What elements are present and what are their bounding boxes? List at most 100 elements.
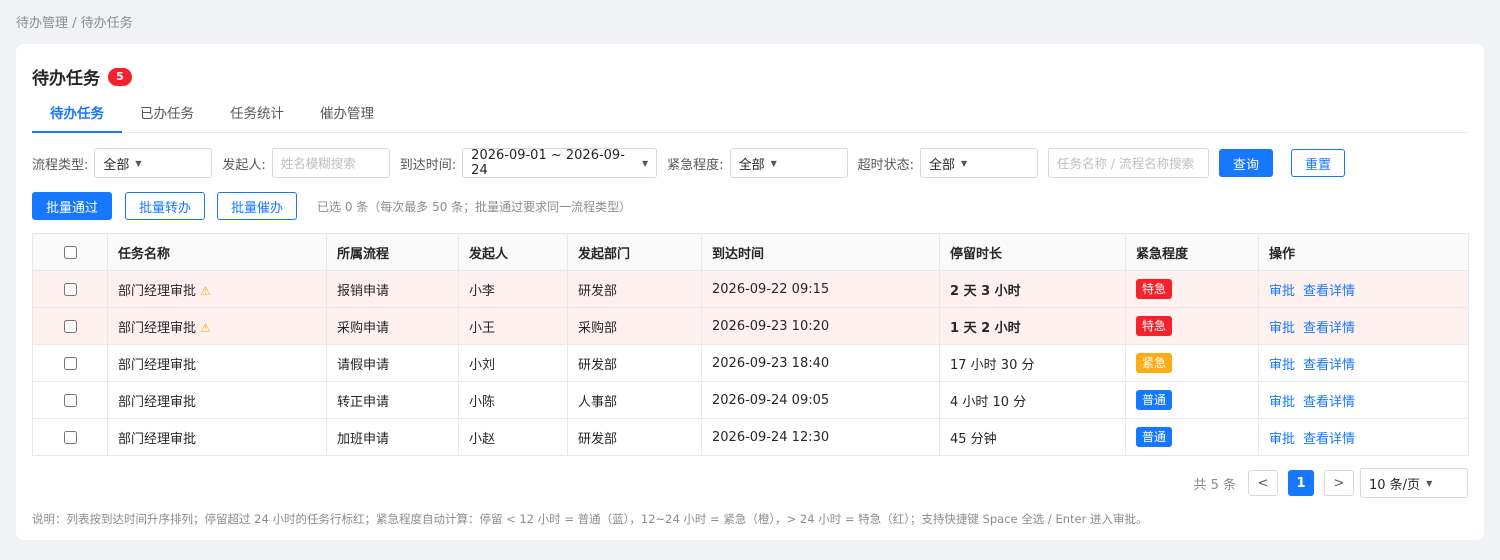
- row-checkbox[interactable]: [63, 430, 77, 444]
- header-process: 所属流程: [326, 233, 459, 271]
- task-name-cell: 部门经理审批: [107, 381, 327, 419]
- row-checkbox[interactable]: [63, 356, 77, 370]
- actions-cell: 审批 查看详情: [1258, 418, 1469, 456]
- initiator-cell: 小王: [458, 307, 568, 345]
- prev-page-button[interactable]: <: [1248, 470, 1278, 496]
- selection-hint: 已选 0 条（每次最多 50 条；批量通过要求同一流程类型）: [317, 199, 632, 214]
- main-card: 待办任务 5 待办任务 已办任务 任务统计 催办管理 流程类型: 全部 ▼ 发起人…: [16, 44, 1484, 540]
- process-type-label: 流程类型:: [32, 157, 89, 173]
- task-name-cell: 部门经理审批 ⚠: [107, 270, 327, 308]
- urgency-tag: 普通: [1136, 427, 1173, 447]
- urgency-cell: 紧急: [1125, 344, 1259, 382]
- urgency-tag: 特急: [1136, 279, 1173, 299]
- task-name: 部门经理审批: [118, 283, 197, 299]
- stay-duration-cell: 17 小时 30 分: [939, 344, 1126, 382]
- row-checkbox-cell: [32, 344, 108, 382]
- row-checkbox-cell: [32, 307, 108, 345]
- keyword-search-input[interactable]: [1047, 148, 1209, 178]
- stay-duration-cell: 2 天 3 小时: [939, 270, 1126, 308]
- urgency-value: 全部: [738, 157, 765, 173]
- tab-reminders[interactable]: 催办管理: [302, 100, 392, 133]
- initiator-cell: 小赵: [458, 418, 568, 456]
- overtime-select[interactable]: 全部 ▼: [919, 148, 1038, 178]
- task-name: 部门经理审批: [118, 320, 197, 336]
- row-checkbox-cell: [32, 270, 108, 308]
- approve-link[interactable]: 审批: [1269, 321, 1295, 336]
- total-count: 共 5 条: [1193, 477, 1236, 493]
- warning-icon: ⚠: [200, 320, 211, 335]
- department-cell: 采购部: [567, 307, 702, 345]
- arrival-time-label: 到达时间:: [399, 157, 457, 173]
- caret-down-icon: ▼: [135, 158, 142, 168]
- tab-statistics[interactable]: 任务统计: [212, 100, 302, 133]
- stay-duration-cell: 45 分钟: [939, 418, 1126, 456]
- process-cell: 请假申请: [326, 344, 459, 382]
- page-1-button[interactable]: 1: [1288, 470, 1314, 496]
- batch-transfer-button[interactable]: 批量转办: [125, 192, 205, 220]
- query-button[interactable]: 查询: [1218, 149, 1273, 177]
- caret-down-icon: ▼: [1426, 478, 1433, 488]
- page-size-select[interactable]: 10 条/页 ▼: [1360, 468, 1468, 498]
- header-initiator: 发起人: [458, 233, 568, 271]
- task-name-cell: 部门经理审批 ⚠: [107, 307, 327, 345]
- tab-pending[interactable]: 待办任务: [32, 100, 122, 133]
- arrival-time-picker[interactable]: 2026-09-01 ~ 2026-09-24 ▼: [462, 148, 658, 178]
- urgency-select[interactable]: 全部 ▼: [729, 148, 848, 178]
- view-detail-link[interactable]: 查看详情: [1303, 358, 1355, 373]
- view-detail-link[interactable]: 查看详情: [1303, 395, 1355, 410]
- count-badge: 5: [108, 67, 132, 86]
- view-detail-link[interactable]: 查看详情: [1303, 321, 1355, 336]
- batch-actions: 批量通过 批量转办 批量催办 已选 0 条（每次最多 50 条；批量通过要求同一…: [32, 192, 631, 220]
- view-detail-link[interactable]: 查看详情: [1303, 432, 1355, 447]
- actions-cell: 审批 查看详情: [1258, 270, 1469, 308]
- page-title: 待办任务: [32, 69, 100, 89]
- row-checkbox[interactable]: [63, 319, 77, 333]
- page-size-value: 10 条/页: [1369, 477, 1421, 493]
- header-urgency: 紧急程度: [1125, 233, 1259, 271]
- initiator-input[interactable]: [271, 148, 390, 178]
- reset-button[interactable]: 重置: [1290, 149, 1345, 177]
- process-cell: 转正申请: [326, 381, 459, 419]
- table-header-row: 任务名称 所属流程 发起人 发起部门 到达时间 停留时长 紧急程度 操作: [32, 233, 1469, 271]
- urgency-cell: 普通: [1125, 381, 1259, 419]
- actions-cell: 审批 查看详情: [1258, 307, 1469, 345]
- tab-done[interactable]: 已办任务: [122, 100, 212, 133]
- urgency-tag: 紧急: [1136, 353, 1173, 373]
- process-type-select[interactable]: 全部 ▼: [94, 148, 213, 178]
- row-checkbox[interactable]: [63, 282, 77, 296]
- batch-remind-button[interactable]: 批量催办: [217, 192, 297, 220]
- header-task-name: 任务名称: [107, 233, 327, 271]
- urgency-tag: 普通: [1136, 390, 1173, 410]
- urgency-cell: 特急: [1125, 270, 1259, 308]
- select-all-cell: [32, 233, 108, 271]
- initiator-cell: 小李: [458, 270, 568, 308]
- approve-link[interactable]: 审批: [1269, 284, 1295, 299]
- department-cell: 人事部: [567, 381, 702, 419]
- arrival-cell: 2026-09-22 09:15: [701, 270, 940, 308]
- warning-icon: ⚠: [200, 283, 211, 298]
- arrival-cell: 2026-09-23 18:40: [701, 344, 940, 382]
- arrival-cell: 2026-09-23 10:20: [701, 307, 940, 345]
- select-all-checkbox[interactable]: [63, 245, 77, 259]
- approve-link[interactable]: 审批: [1269, 358, 1295, 373]
- title-row: 待办任务 5: [32, 64, 132, 89]
- process-type-value: 全部: [103, 157, 130, 173]
- view-detail-link[interactable]: 查看详情: [1303, 284, 1355, 299]
- batch-approve-button[interactable]: 批量通过: [32, 192, 112, 220]
- initiator-label: 发起人:: [222, 157, 266, 173]
- department-cell: 研发部: [567, 344, 702, 382]
- overtime-value: 全部: [928, 157, 955, 173]
- approve-link[interactable]: 审批: [1269, 432, 1295, 447]
- header-stay-duration: 停留时长: [939, 233, 1126, 271]
- header-department: 发起部门: [567, 233, 702, 271]
- arrival-cell: 2026-09-24 09:05: [701, 381, 940, 419]
- next-page-button[interactable]: >: [1324, 470, 1354, 496]
- urgency-tag: 特急: [1136, 316, 1173, 336]
- footnote: 说明：列表按到达时间升序排列；停留超过 24 小时的任务行标红；紧急程度自动计算…: [32, 512, 1148, 526]
- approve-link[interactable]: 审批: [1269, 395, 1295, 410]
- header-arrival-time: 到达时间: [701, 233, 940, 271]
- table-row: 部门经理审批 加班申请 小赵 研发部 2026-09-24 12:30 45 分…: [32, 418, 1469, 456]
- arrival-time-value: 2026-09-01 ~ 2026-09-24: [471, 148, 625, 178]
- row-checkbox[interactable]: [63, 393, 77, 407]
- header-actions: 操作: [1258, 233, 1469, 271]
